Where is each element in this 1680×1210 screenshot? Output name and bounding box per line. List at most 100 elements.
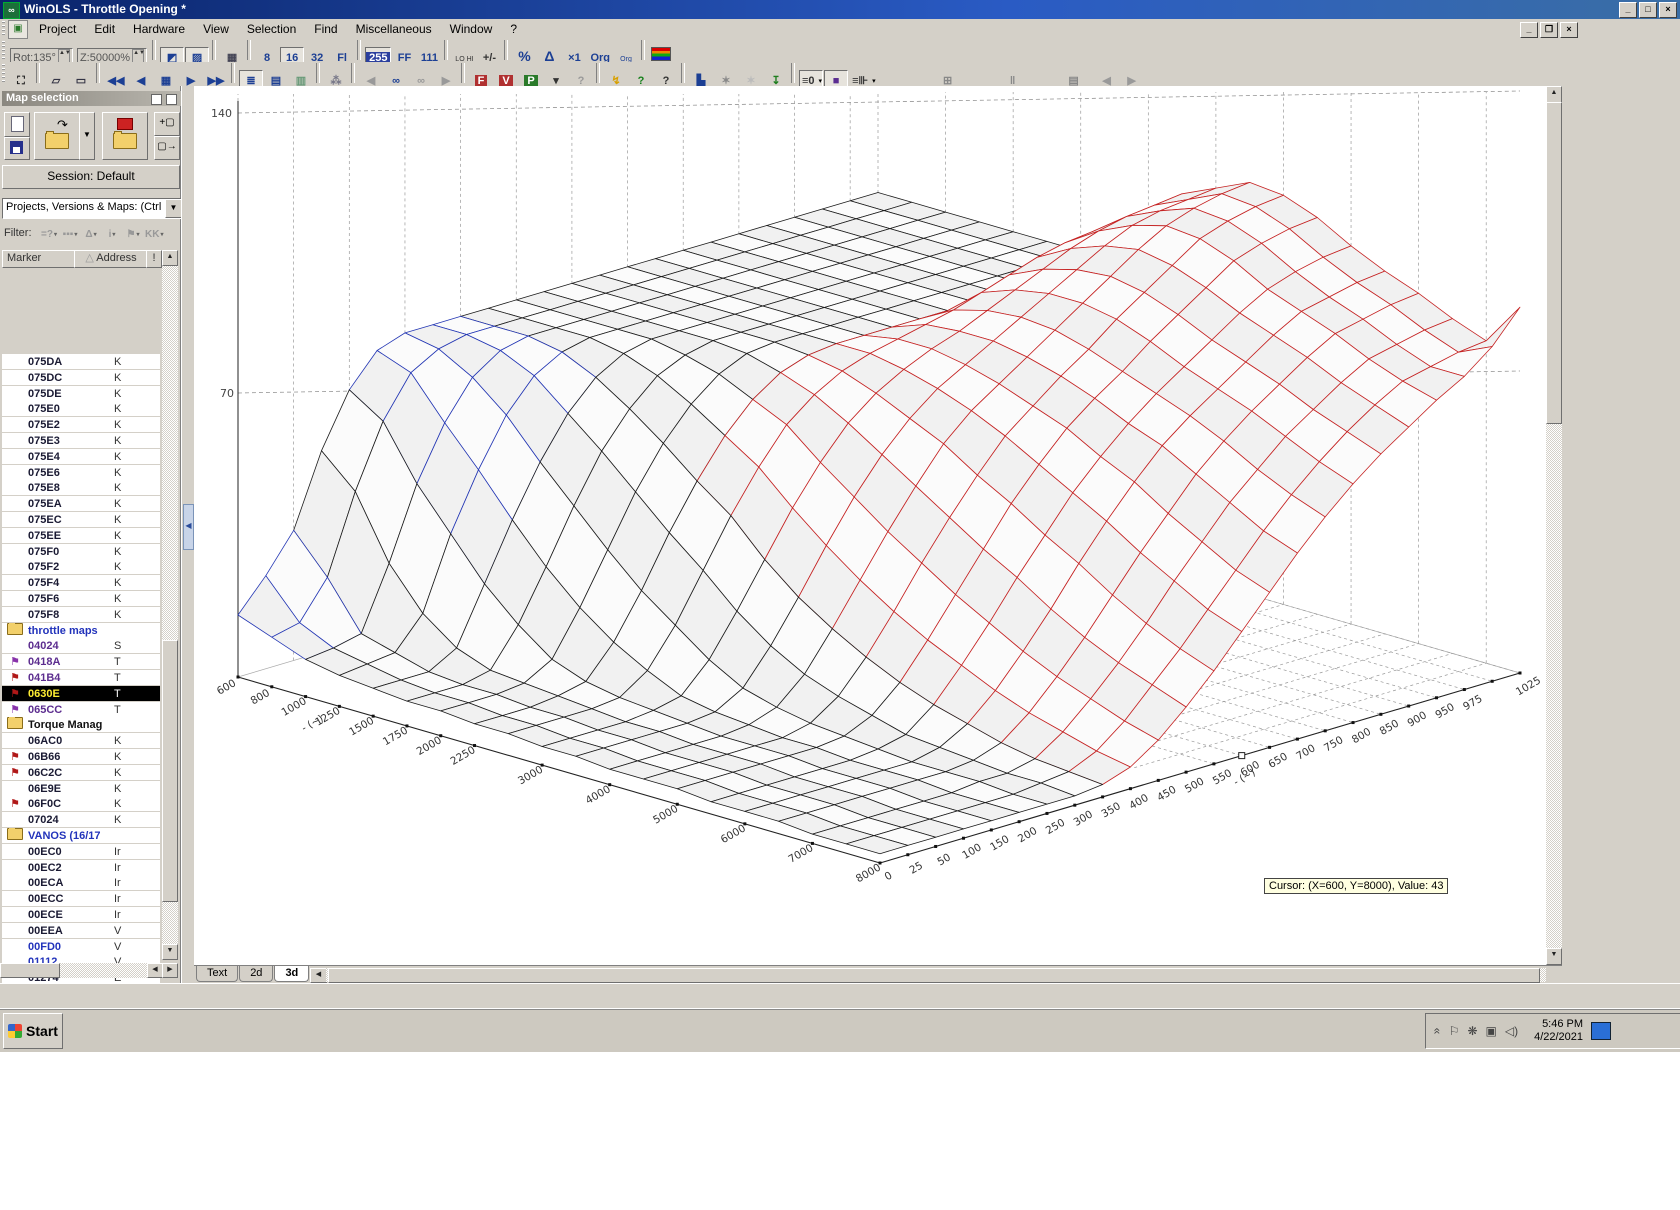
- scroll-up-button[interactable]: ▲: [162, 250, 178, 266]
- map-row-075ec[interactable]: 075EC K: [2, 512, 160, 527]
- surface-plot[interactable]: 14070600 800 1000 1250 1500 1750 2000 225030004…: [194, 86, 1546, 965]
- tray-volume-icon[interactable]: ◁): [1505, 1024, 1518, 1038]
- new-version-button[interactable]: [4, 112, 30, 137]
- splitter-collapse-button[interactable]: ◀: [183, 504, 194, 550]
- map-row-075e3[interactable]: 075E3 K: [2, 433, 160, 448]
- map-row-065cc[interactable]: ⚑ 065CC T: [2, 702, 160, 717]
- import-map-button[interactable]: +▢: [154, 112, 180, 136]
- map-row-041b4[interactable]: ⚑ 041B4 T: [2, 670, 160, 685]
- map-row-06f0c[interactable]: ⚑ 06F0C K: [2, 796, 160, 811]
- menu-view[interactable]: View: [194, 19, 238, 39]
- menu-[interactable]: ?: [501, 19, 526, 39]
- map-row-075da[interactable]: 075DA K: [2, 354, 160, 369]
- toolbar2-grip[interactable]: [2, 64, 5, 83]
- scroll-left-button[interactable]: ◀: [147, 963, 163, 978]
- map-row-06ac0[interactable]: 06AC0 K: [2, 733, 160, 748]
- map-row-vanos1617[interactable]: VANOS (16/17: [2, 828, 160, 843]
- map-row-06e9e[interactable]: 06E9E K: [2, 781, 160, 796]
- map-row-075f2[interactable]: 075F2 K: [2, 559, 160, 574]
- mdi-restore-button[interactable]: ❐: [1540, 22, 1558, 38]
- map-row-00ecc[interactable]: 00ECC Ir: [2, 891, 160, 906]
- close-button[interactable]: ×: [1659, 2, 1677, 18]
- save-version-button[interactable]: [4, 137, 30, 160]
- map-row-075ea[interactable]: 075EA K: [2, 496, 160, 511]
- map-row-torquemanag[interactable]: Torque Manag: [2, 717, 160, 732]
- tab-3d[interactable]: 3d: [274, 966, 310, 982]
- chart-vscrollbar[interactable]: ▲ ▼: [1546, 86, 1562, 965]
- maximize-button[interactable]: □: [1639, 2, 1657, 18]
- map-row-00fd0[interactable]: 00FD0 V: [2, 939, 160, 954]
- tray-flag-icon[interactable]: ⚐: [1449, 1024, 1460, 1038]
- start-button[interactable]: Start: [3, 1013, 63, 1049]
- tray-network-icon[interactable]: ▣: [1486, 1024, 1497, 1038]
- map-row-throttlemaps[interactable]: throttle maps: [2, 623, 160, 638]
- map-row-075f0[interactable]: 075F0 K: [2, 544, 160, 559]
- reimport-project-button[interactable]: [102, 112, 148, 160]
- open-project-menu-button[interactable]: ▼: [79, 112, 95, 160]
- tray-clock[interactable]: 5:46 PM 4/22/2021: [1534, 1018, 1583, 1044]
- menu-edit[interactable]: Edit: [85, 19, 124, 39]
- session-icon[interactable]: ▣: [8, 20, 28, 39]
- map-row-04024[interactable]: 04024 S: [2, 638, 160, 653]
- map-row-075dc[interactable]: 075DC K: [2, 370, 160, 385]
- map-list-vscrollbar[interactable]: ▲ ▼: [162, 250, 178, 960]
- mdi-close-button[interactable]: ×: [1560, 22, 1578, 38]
- map-row-075e0[interactable]: 075E0 K: [2, 401, 160, 416]
- menu-project[interactable]: Project: [30, 19, 85, 39]
- tray-update-icon[interactable]: ❋: [1467, 1024, 1477, 1038]
- show-desktop-icon[interactable]: [1591, 1022, 1612, 1040]
- map-row-00ece[interactable]: 00ECE Ir: [2, 907, 160, 922]
- map-row-06b66[interactable]: ⚑ 06B66 K: [2, 749, 160, 764]
- map-row-00ec0[interactable]: 00EC0 Ir: [2, 844, 160, 859]
- map-row-075e2[interactable]: 075E2 K: [2, 417, 160, 432]
- menu-selection[interactable]: Selection: [238, 19, 305, 39]
- scroll-down-button[interactable]: ▼: [162, 944, 178, 960]
- map-type: Ir: [114, 892, 121, 905]
- map-row-0418a[interactable]: ⚑ 0418A T: [2, 654, 160, 669]
- tray-chevron-icon[interactable]: «: [1430, 1028, 1444, 1035]
- map-row-075ee[interactable]: 075EE K: [2, 528, 160, 543]
- panel-float-button[interactable]: [151, 94, 162, 105]
- panel-title-bar[interactable]: Map selection: [2, 91, 182, 106]
- open-project-button[interactable]: ↷: [34, 112, 80, 160]
- map-type: K: [114, 813, 122, 826]
- map-row-0630e[interactable]: ⚑ 0630E T: [2, 686, 160, 701]
- panel-close-button[interactable]: [166, 94, 177, 105]
- map-row-075f8[interactable]: 075F8 K: [2, 607, 160, 622]
- map-3d-view[interactable]: 140 70 600 800 1000 1250 1500 1750 2000 2250 3000 4…: [194, 86, 1546, 965]
- map-row-075de[interactable]: 075DE K: [2, 386, 160, 401]
- map-row-07024[interactable]: 07024 K: [2, 812, 160, 827]
- chart-vscroll-thumb[interactable]: [1546, 102, 1562, 424]
- chart-hscrollbar[interactable]: [326, 968, 1546, 983]
- menu-window[interactable]: Window: [441, 19, 502, 39]
- select-dropdown-button[interactable]: ▼: [165, 199, 182, 218]
- tab-text[interactable]: Text: [196, 966, 239, 982]
- menu-hardware[interactable]: Hardware: [124, 19, 194, 39]
- chart-scroll-up-button[interactable]: ▲: [1546, 86, 1562, 103]
- map-row-075e6[interactable]: 075E6 K: [2, 465, 160, 480]
- menu-miscellaneous[interactable]: Miscellaneous: [347, 19, 441, 39]
- vscroll-thumb[interactable]: [162, 640, 178, 902]
- map-row-00ec2[interactable]: 00EC2 Ir: [2, 860, 160, 875]
- map-row-075e4[interactable]: 075E4 K: [2, 449, 160, 464]
- map-properties-button-dropdown-icon[interactable]: ▾: [819, 77, 823, 85]
- menu-find[interactable]: Find: [305, 19, 346, 39]
- chart-scroll-left-button[interactable]: ◀: [310, 968, 327, 983]
- map-row-06c2c[interactable]: ⚑ 06C2C K: [2, 765, 160, 780]
- map-row-075e8[interactable]: 075E8 K: [2, 480, 160, 495]
- map-list-hscrollbar[interactable]: ◀ ▶: [0, 963, 178, 978]
- chart-hscroll-thumb[interactable]: [328, 968, 1540, 983]
- map-row-075f6[interactable]: 075F6 K: [2, 591, 160, 606]
- chart-scroll-down-button[interactable]: ▼: [1546, 948, 1562, 965]
- scroll-right-button[interactable]: ▶: [162, 963, 178, 978]
- map-row-00eca[interactable]: 00ECA Ir: [2, 875, 160, 890]
- hscroll-thumb[interactable]: [0, 963, 60, 978]
- toolbar1-grip[interactable]: [2, 41, 5, 60]
- minimize-button[interactable]: _: [1619, 2, 1637, 18]
- axis-properties-button-dropdown-icon[interactable]: ▾: [872, 77, 876, 85]
- map-row-00eea[interactable]: 00EEA V: [2, 923, 160, 938]
- tab-2d[interactable]: 2d: [239, 966, 274, 982]
- export-map-button[interactable]: ▢→: [154, 136, 180, 160]
- mdi-minimize-button[interactable]: _: [1520, 22, 1538, 38]
- map-row-075f4[interactable]: 075F4 K: [2, 575, 160, 590]
